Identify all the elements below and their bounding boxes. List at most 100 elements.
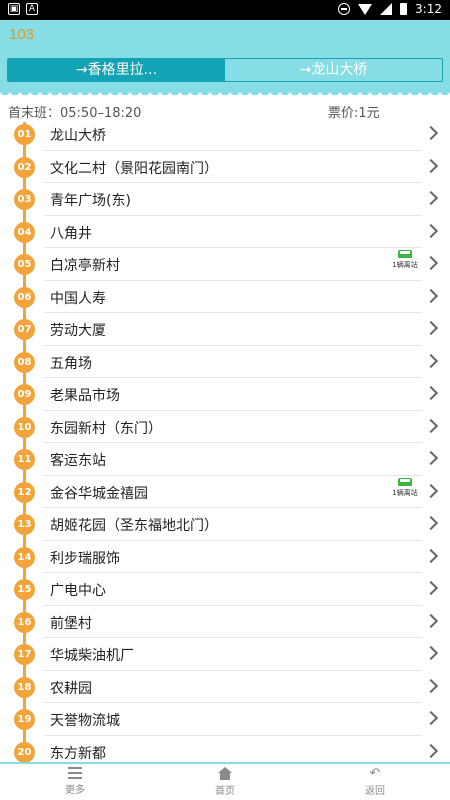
bus-indicator: 1辆离站 [390, 477, 420, 498]
stop-row[interactable]: 15 广电中心 [0, 573, 450, 606]
status-bar: ▣ A 3:12 [0, 0, 450, 20]
stop-row[interactable]: 02 文化二村（景阳花园南门） [0, 151, 450, 184]
scallop-divider [0, 90, 450, 100]
route-title: 103 [9, 26, 35, 43]
nav-back[interactable]: ↶ 返回 [300, 764, 450, 800]
chevron-right-icon [423, 353, 439, 368]
nav-home-label: 首页 [215, 786, 235, 797]
stop-number-badge: 15 [14, 579, 35, 600]
chevron-right-icon [423, 418, 439, 433]
stop-row[interactable]: 06 中国人寿 [0, 281, 450, 314]
stop-name: 老果品市场 [50, 388, 120, 404]
stop-number-badge: 05 [14, 254, 35, 275]
stop-name: 金谷华城金禧园 [50, 485, 148, 502]
stop-row[interactable]: 09 老果品市场 [0, 378, 450, 411]
notification-icon: ▣ [8, 3, 20, 15]
stop-number-badge: 17 [14, 644, 35, 665]
home-icon [218, 767, 232, 780]
stop-number-badge: 06 [14, 286, 35, 308]
app-bar: 103 [0, 20, 450, 54]
chevron-right-icon [423, 483, 439, 498]
stop-name: 利步瑞服饰 [50, 550, 120, 567]
chevron-right-icon [423, 515, 439, 531]
stop-number-badge: 18 [14, 676, 35, 698]
stop-number-badge: 03 [14, 189, 35, 210]
signal-icon [380, 3, 393, 15]
stop-row[interactable]: 10 东园新村（东门） [0, 411, 450, 444]
stop-name: 广电中心 [50, 583, 106, 599]
stop-name: 东园新村（东门） [50, 420, 162, 437]
stop-name: 客运东站 [50, 453, 106, 469]
stop-number-badge: 07 [14, 319, 35, 340]
bus-status-text: 1辆离站 [392, 488, 418, 497]
tab-direction-1[interactable]: →香格里拉... [8, 59, 225, 81]
chevron-right-icon [423, 710, 439, 726]
stop-name: 东方新都 [50, 745, 106, 762]
stop-number-badge: 11 [14, 449, 35, 470]
nav-home[interactable]: 首页 [150, 764, 300, 800]
stop-number-badge: 02 [14, 156, 35, 178]
chevron-right-icon [423, 125, 439, 141]
stop-row[interactable]: 19 天誉物流城 [0, 703, 450, 736]
stop-row[interactable]: 18 农耕园 [0, 671, 450, 704]
chevron-right-icon [423, 320, 439, 336]
stop-row[interactable]: 12 金谷华城金禧园 1辆离站 [0, 476, 450, 509]
bus-status-text: 1辆离站 [392, 261, 418, 269]
stop-name: 五角场 [50, 355, 92, 372]
do-not-disturb-icon [338, 3, 351, 15]
stop-number-badge: 04 [14, 221, 35, 243]
stop-row[interactable]: 14 利步瑞服饰 [0, 541, 450, 574]
tab-direction-2[interactable]: →龙山大桥 [225, 59, 442, 81]
chevron-right-icon [423, 190, 439, 206]
stop-name: 劳动大厦 [50, 323, 106, 339]
stop-row[interactable]: 05 白凉亭新村 1辆离站 [0, 248, 450, 281]
stop-name: 八角井 [50, 225, 92, 242]
stop-number-badge: 12 [14, 481, 35, 503]
status-time: 3:12 [415, 2, 442, 16]
stop-row[interactable]: 04 八角井 [0, 216, 450, 249]
chevron-right-icon [423, 678, 439, 693]
route-info: 首末班：05:50–18:20 票价:1元 [0, 100, 450, 121]
stop-row[interactable]: 03 青年广场(东) [0, 183, 450, 216]
stop-row[interactable]: 07 劳动大厦 [0, 313, 450, 346]
stop-row[interactable]: 17 华城柴油机厂 [0, 638, 450, 671]
battery-icon [400, 3, 408, 15]
bottom-nav: 更多 首页 ↶ 返回 [0, 762, 450, 800]
nav-more-label: 更多 [65, 785, 85, 796]
stop-row[interactable]: 08 五角场 [0, 346, 450, 379]
chevron-right-icon [423, 288, 439, 303]
stop-number-badge: 10 [14, 416, 35, 438]
direction-tabs: →香格里拉... →龙山大桥 [7, 58, 443, 82]
stop-row[interactable]: 16 前堡村 [0, 606, 450, 639]
chevron-right-icon [423, 223, 439, 238]
stop-name: 青年广场(东) [50, 193, 131, 209]
bus-icon [398, 477, 412, 486]
stop-number-badge: 14 [14, 546, 35, 568]
nav-back-label: 返回 [365, 786, 385, 797]
chevron-right-icon [423, 385, 439, 401]
chevron-right-icon [423, 548, 439, 563]
stop-number-badge: 20 [14, 741, 35, 763]
stop-name: 中国人寿 [50, 290, 106, 307]
chevron-right-icon [423, 158, 439, 173]
stop-number-badge: 09 [14, 384, 35, 405]
chevron-right-icon [423, 255, 439, 271]
stop-number-badge: 13 [14, 514, 35, 535]
chevron-right-icon [423, 645, 439, 661]
stop-name: 农耕园 [50, 680, 92, 697]
stop-row[interactable]: 13 胡姬花园（圣东福地北门） [0, 508, 450, 541]
chevron-right-icon [423, 743, 439, 758]
direction-tab-bar: →香格里拉... →龙山大桥 [0, 54, 450, 90]
chevron-right-icon [423, 450, 439, 466]
stop-name: 白凉亭新村 [50, 258, 120, 274]
stop-row[interactable]: 01 龙山大桥 [0, 118, 450, 151]
nav-more[interactable]: 更多 [0, 764, 150, 800]
stop-number-badge: 08 [14, 351, 35, 373]
chevron-right-icon [423, 580, 439, 596]
stop-name: 华城柴油机厂 [50, 648, 134, 664]
stop-number-badge: 16 [14, 611, 35, 633]
back-icon: ↶ [369, 766, 381, 781]
stop-row[interactable]: 11 客运东站 [0, 443, 450, 476]
stop-list: 01 龙山大桥 02 文化二村（景阳花园南门） 03 青年广场(东) 04 八角井 05 白凉亭新… [0, 118, 450, 768]
wifi-icon [358, 3, 373, 15]
